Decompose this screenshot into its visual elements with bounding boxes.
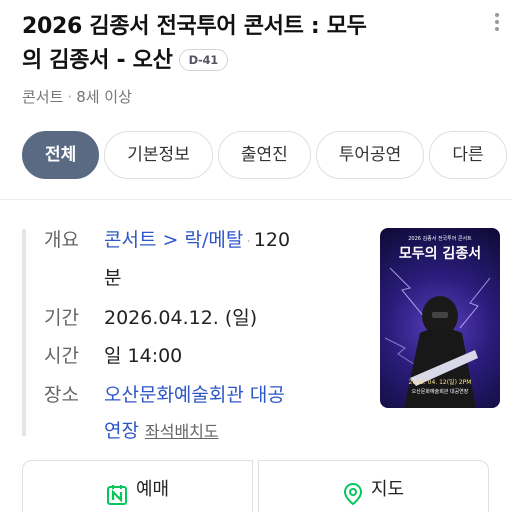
sub-info: 콘서트 · 8세 이상 <box>22 86 132 107</box>
poster-title-text: 모두의 김종서 <box>399 245 481 262</box>
time-value: 일 14:00 <box>104 345 183 367</box>
info-side-bar <box>22 229 26 436</box>
seat-map-link[interactable]: 좌석배치도 <box>145 422 219 441</box>
header: 2026 김종서 전국투어 콘서트 : 모두 의 김종서 - 오산 D-41 <box>22 10 482 78</box>
tab-tour[interactable]: 투어공연 <box>315 131 425 179</box>
overview-label: 개요 <box>44 229 79 251</box>
duration-unit: 분 <box>104 267 122 289</box>
tab-basic-info[interactable]: 기본정보 <box>104 131 213 179</box>
poster-small-top-text: 2026 김종서 전국투어 콘서트 <box>408 235 472 242</box>
title-line-2-text: 의 김종서 - 오산 <box>22 48 173 73</box>
genre-concert-link[interactable]: 콘서트 <box>104 229 156 251</box>
book-button[interactable]: 예매 <box>22 460 253 512</box>
venue-link-line2[interactable]: 연장 <box>104 420 139 442</box>
age-limit-text: 8세 이상 <box>76 88 132 106</box>
divider <box>0 199 512 200</box>
genre-rock-link[interactable]: 락/메탈 <box>184 229 243 251</box>
venue-link[interactable]: 오산문화예술회관 대공 <box>104 384 285 406</box>
separator-dot: · <box>246 234 251 250</box>
separator-dot: · <box>67 88 73 106</box>
tab-bar: 전체 기본정보 출연진 투어공연 다른 <box>22 131 512 179</box>
duration-number: 120 <box>253 229 291 251</box>
book-label: 예매 <box>135 479 170 500</box>
concert-poster[interactable]: 2026 김종서 전국투어 콘서트 모두의 김종서 2026. 04. 12(일… <box>380 228 500 408</box>
map-label: 지도 <box>370 479 405 500</box>
category-text: 콘서트 <box>22 88 64 106</box>
tab-cast[interactable]: 출연진 <box>217 131 311 179</box>
time-label: 시간 <box>44 345 79 367</box>
tab-other[interactable]: 다른 <box>429 131 507 179</box>
map-pin-icon <box>343 482 362 506</box>
title-line-1: 2026 김종서 전국투어 콘서트 : 모두 <box>22 14 367 39</box>
period-value: 2026.04.12. (일) <box>104 307 258 329</box>
more-options-icon[interactable] <box>490 10 504 38</box>
tab-all[interactable]: 전체 <box>22 131 100 179</box>
page-title: 2026 김종서 전국투어 콘서트 : 모두 의 김종서 - 오산 D-41 <box>22 10 482 78</box>
action-bar: 예매 지도 <box>22 460 490 512</box>
dday-badge: D-41 <box>178 49 228 71</box>
period-label: 기간 <box>44 307 79 329</box>
poster-venue-text: 오산문화예술회관 대공연장 <box>412 388 469 395</box>
map-button[interactable]: 지도 <box>258 460 489 512</box>
overview-value: 콘서트 > 락/메탈 · 120 분 <box>104 222 344 296</box>
poster-artwork: 2026 김종서 전국투어 콘서트 모두의 김종서 2026. 04. 12(일… <box>384 235 491 408</box>
venue-value: 오산문화예술회관 대공연장 좌석배치도 <box>104 377 354 450</box>
genre-arrow: > <box>162 229 179 251</box>
venue-label: 장소 <box>44 384 79 406</box>
title-line-2: 의 김종서 - 오산 D-41 <box>22 44 482 78</box>
poster-date-text: 2026. 04. 12(일) 2PM <box>409 378 472 386</box>
naver-calendar-icon <box>106 485 127 505</box>
